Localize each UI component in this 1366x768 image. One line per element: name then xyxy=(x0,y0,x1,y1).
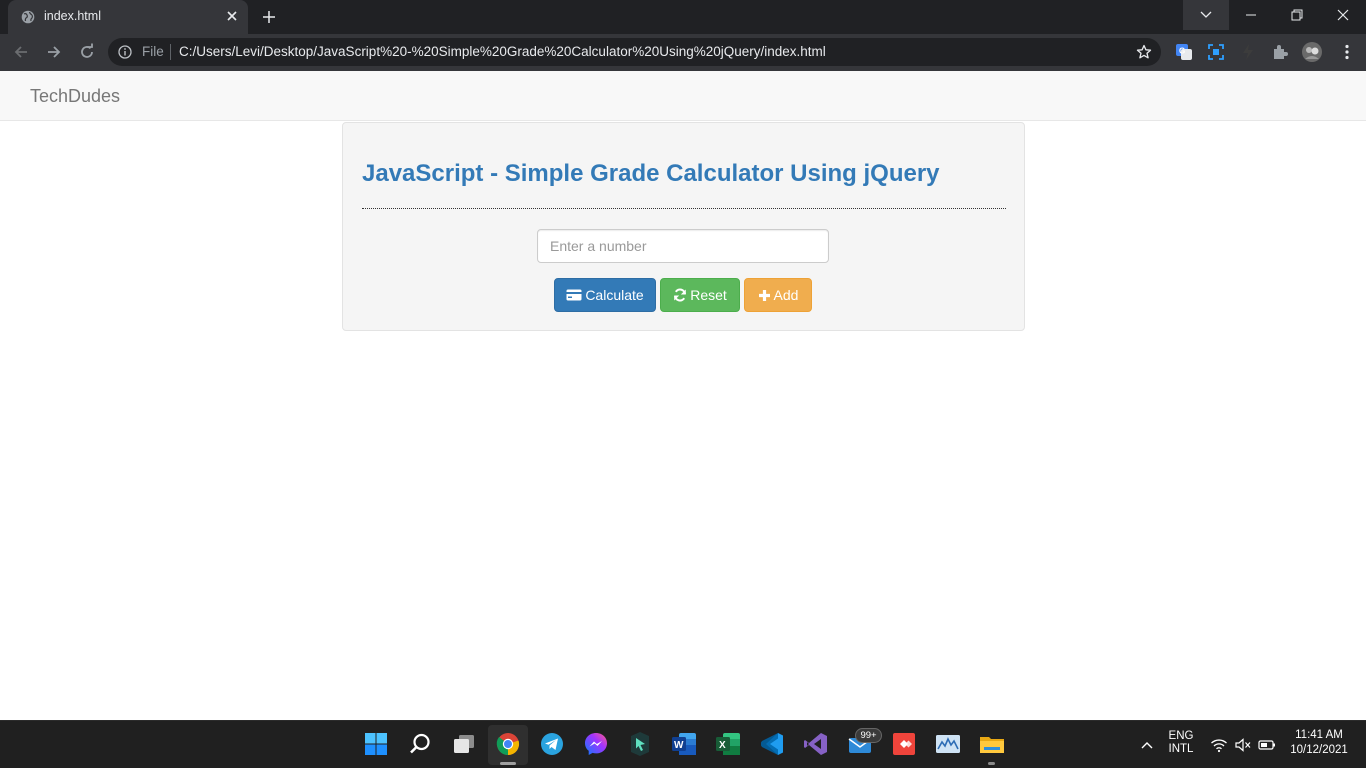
reset-button[interactable]: Reset xyxy=(660,278,740,312)
plus-icon xyxy=(758,289,770,301)
new-tab-icon[interactable] xyxy=(259,7,279,27)
calculate-label: Calculate xyxy=(585,287,644,303)
language-code: ENG xyxy=(1168,730,1194,742)
restore-icon xyxy=(1291,9,1303,21)
explorer-running-indicator xyxy=(988,762,995,765)
keyboard-layout: INTL xyxy=(1168,743,1194,755)
navbar-brand[interactable]: TechDudes xyxy=(30,86,120,107)
vscode-icon[interactable] xyxy=(758,730,786,758)
page-title: JavaScript - Simple Grade Calculator Usi… xyxy=(362,160,940,187)
wifi-icon[interactable] xyxy=(1210,737,1228,753)
browser-toolbar: File C:/Users/Levi/Desktop/JavaScript%20… xyxy=(0,34,1366,71)
back-arrow-icon[interactable] xyxy=(11,42,31,62)
taskbar: W X 99+ ENG INTL 11:41 AM 10/12/2021 xyxy=(0,720,1366,768)
browser-tab-strip: index.html xyxy=(0,0,1366,34)
search-icon[interactable] xyxy=(406,730,434,758)
chevron-down-icon xyxy=(1200,11,1212,18)
refresh-icon xyxy=(674,288,687,302)
reset-label: Reset xyxy=(690,287,727,303)
reload-icon[interactable] xyxy=(77,42,97,62)
minimize-icon xyxy=(1246,14,1256,16)
omnibox-divider xyxy=(170,44,171,60)
anydesk-icon[interactable] xyxy=(890,730,918,758)
screenshot-extension-icon[interactable] xyxy=(1207,43,1225,61)
more-options-icon[interactable] xyxy=(1338,43,1356,61)
extension-bolt-icon[interactable] xyxy=(1239,43,1257,61)
speaker-muted-icon[interactable] xyxy=(1234,737,1252,753)
svg-text:X: X xyxy=(719,740,726,751)
task-view-icon[interactable] xyxy=(450,730,478,758)
add-label: Add xyxy=(773,287,799,303)
minimize-button[interactable] xyxy=(1228,0,1274,30)
calculator-well: JavaScript - Simple Grade Calculator Usi… xyxy=(342,122,1025,331)
tab-search-button[interactable] xyxy=(1183,0,1229,30)
svg-text:G: G xyxy=(1179,47,1185,56)
number-input[interactable] xyxy=(537,229,829,263)
bookmark-star-icon[interactable] xyxy=(1136,44,1152,60)
mail-unread-badge: 99+ xyxy=(855,728,882,743)
battery-icon[interactable] xyxy=(1258,737,1276,753)
profile-avatar[interactable] xyxy=(1302,42,1322,62)
close-tab-icon[interactable] xyxy=(224,8,240,24)
extensions-puzzle-icon[interactable] xyxy=(1271,43,1289,61)
excel-icon[interactable]: X xyxy=(714,730,742,758)
tab-title: index.html xyxy=(44,9,101,23)
clock-time: 11:41 AM xyxy=(1295,729,1343,741)
clock[interactable]: 11:41 AM 10/12/2021 xyxy=(1286,729,1352,756)
messenger-icon[interactable] xyxy=(582,730,610,758)
scheme-label: File xyxy=(142,44,164,59)
address-bar[interactable]: File C:/Users/Levi/Desktop/JavaScript%20… xyxy=(108,38,1161,66)
forward-arrow-icon[interactable] xyxy=(44,42,64,62)
url-text[interactable]: C:/Users/Levi/Desktop/JavaScript%20-%20S… xyxy=(179,44,826,59)
close-window-button[interactable] xyxy=(1320,0,1366,30)
credit-card-icon xyxy=(566,289,582,301)
language-indicator[interactable]: ENG INTL xyxy=(1164,730,1198,755)
navbar: TechDudes xyxy=(0,71,1366,121)
globe-icon xyxy=(21,10,35,24)
info-icon[interactable] xyxy=(118,45,132,59)
chrome-icon[interactable] xyxy=(494,730,522,758)
close-icon xyxy=(1337,9,1349,21)
chrome-running-indicator xyxy=(500,762,516,765)
title-divider xyxy=(362,208,1006,209)
word-icon[interactable]: W xyxy=(670,730,698,758)
restore-button[interactable] xyxy=(1274,0,1320,30)
browser-tab[interactable]: index.html xyxy=(8,0,248,34)
monitor-app-icon[interactable] xyxy=(934,730,962,758)
calculate-button[interactable]: Calculate xyxy=(554,278,656,312)
chevron-up-icon[interactable] xyxy=(1138,737,1156,753)
start-icon[interactable] xyxy=(362,730,390,758)
telegram-icon[interactable] xyxy=(538,730,566,758)
file-explorer-icon[interactable] xyxy=(978,730,1006,758)
svg-text:W: W xyxy=(674,740,684,751)
google-translate-icon[interactable]: G xyxy=(1175,43,1193,61)
add-button[interactable]: Add xyxy=(744,278,812,312)
clock-date: 10/12/2021 xyxy=(1290,744,1348,756)
cursor-app-icon[interactable] xyxy=(626,730,654,758)
visual-studio-icon[interactable] xyxy=(802,730,830,758)
